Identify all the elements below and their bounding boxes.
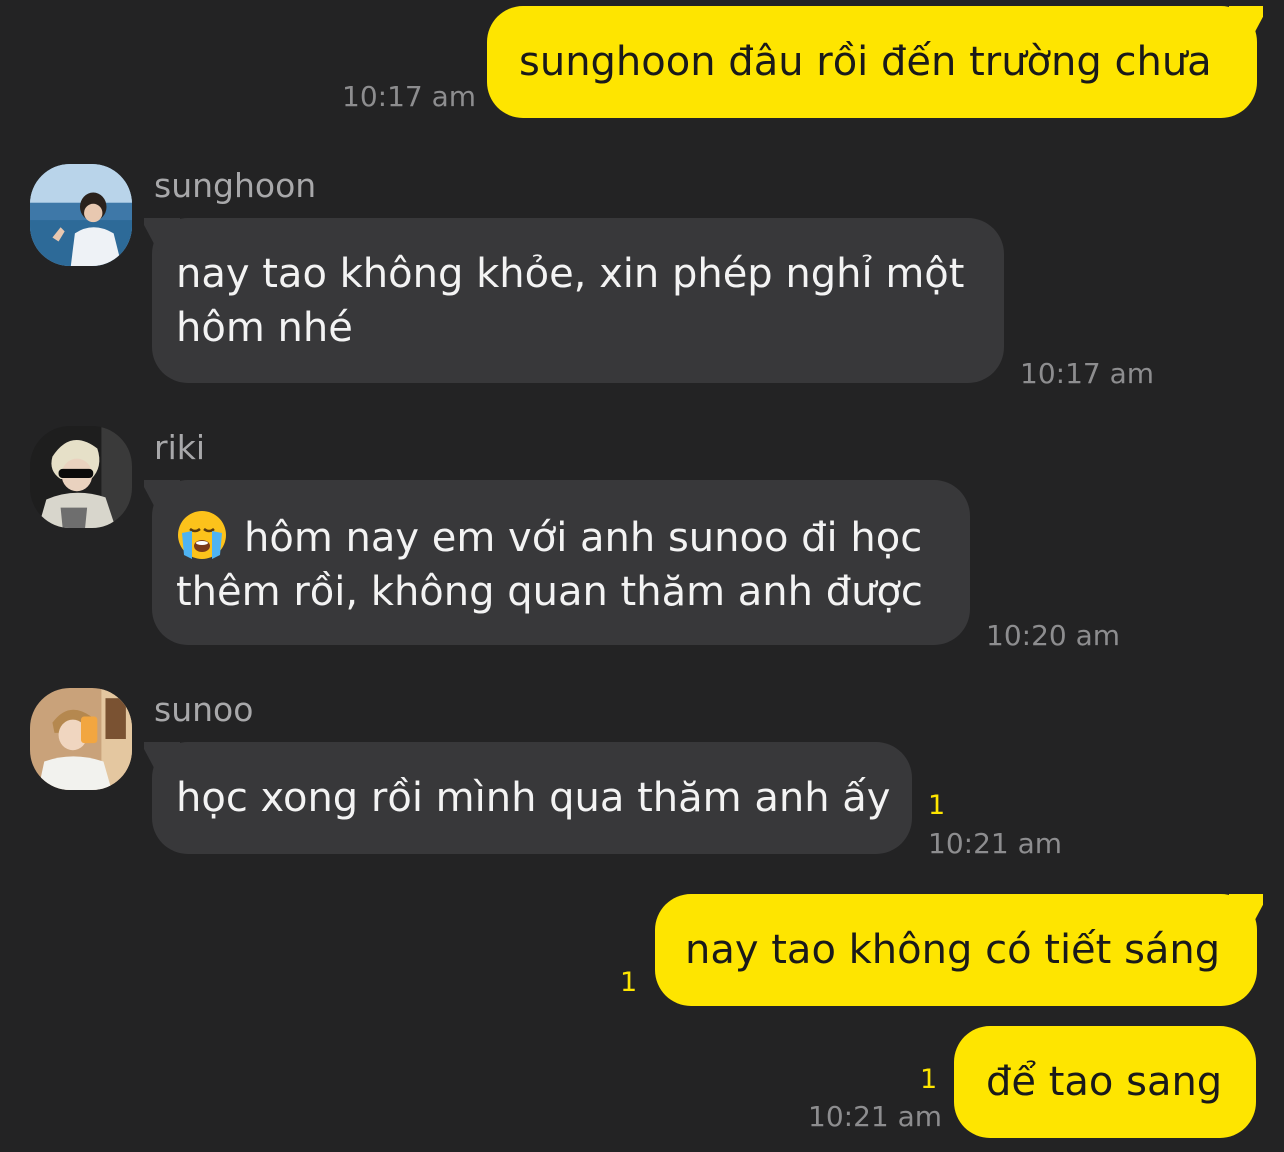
outgoing-message-bubble[interactable]: để tao sang	[954, 1026, 1256, 1138]
incoming-message-bubble[interactable]: học xong rồi mình qua thăm anh ấy	[152, 742, 912, 854]
message-timestamp: 10:21 am	[808, 1100, 943, 1133]
outgoing-message-bubble[interactable]: nay tao không có tiết sáng	[655, 894, 1257, 1006]
message-text-line: hôm nhé	[176, 305, 353, 351]
chat-thread: 10:17 am sunghoon đâu rồi đến trường chư…	[0, 0, 1284, 1152]
bubble-tail	[144, 478, 180, 514]
unread-count: 1	[928, 790, 946, 821]
message-text: hôm nay em với anh sunoo đi học	[244, 515, 923, 561]
message-text-line: hôm nay em với anh sunoo đi học	[176, 509, 970, 565]
unread-count: 1	[920, 1064, 938, 1095]
sender-name: sunoo	[154, 690, 254, 729]
sender-name: sunghoon	[154, 166, 317, 205]
message-timestamp: 10:17 am	[1020, 357, 1155, 390]
message-text-line: nay tao không khỏe, xin phép nghỉ một	[176, 251, 965, 297]
profile-photo	[30, 426, 132, 528]
message-text-line: thêm rồi, không quan thăm anh được	[176, 569, 923, 615]
profile-photo	[30, 688, 132, 790]
bubble-tail	[1229, 4, 1263, 40]
avatar-riki[interactable]	[30, 426, 132, 528]
bubble-tail	[144, 740, 180, 776]
avatar-sunoo[interactable]	[30, 688, 132, 790]
message-text: nay tao không có tiết sáng	[685, 927, 1221, 973]
bubble-tail	[1229, 892, 1263, 928]
message-timestamp: 10:17 am	[342, 80, 477, 113]
message-text: sunghoon đâu rồi đến trường chưa	[519, 39, 1212, 85]
avatar-sunghoon[interactable]	[30, 164, 132, 266]
message-timestamp: 10:21 am	[928, 827, 1063, 860]
unread-count: 1	[620, 967, 638, 998]
incoming-message-bubble[interactable]: hôm nay em với anh sunoo đi học thêm rồi…	[152, 480, 970, 645]
sender-name: riki	[154, 428, 206, 467]
bubble-tail	[144, 216, 180, 252]
profile-photo	[30, 164, 132, 266]
loudly-crying-face-emoji	[178, 511, 226, 559]
message-text: học xong rồi mình qua thăm anh ấy	[176, 775, 891, 821]
incoming-message-bubble[interactable]: nay tao không khỏe, xin phép nghỉ một hô…	[152, 218, 1004, 383]
message-timestamp: 10:20 am	[986, 619, 1121, 652]
outgoing-message-bubble[interactable]: sunghoon đâu rồi đến trường chưa	[487, 6, 1257, 118]
message-text: để tao sang	[986, 1059, 1223, 1105]
